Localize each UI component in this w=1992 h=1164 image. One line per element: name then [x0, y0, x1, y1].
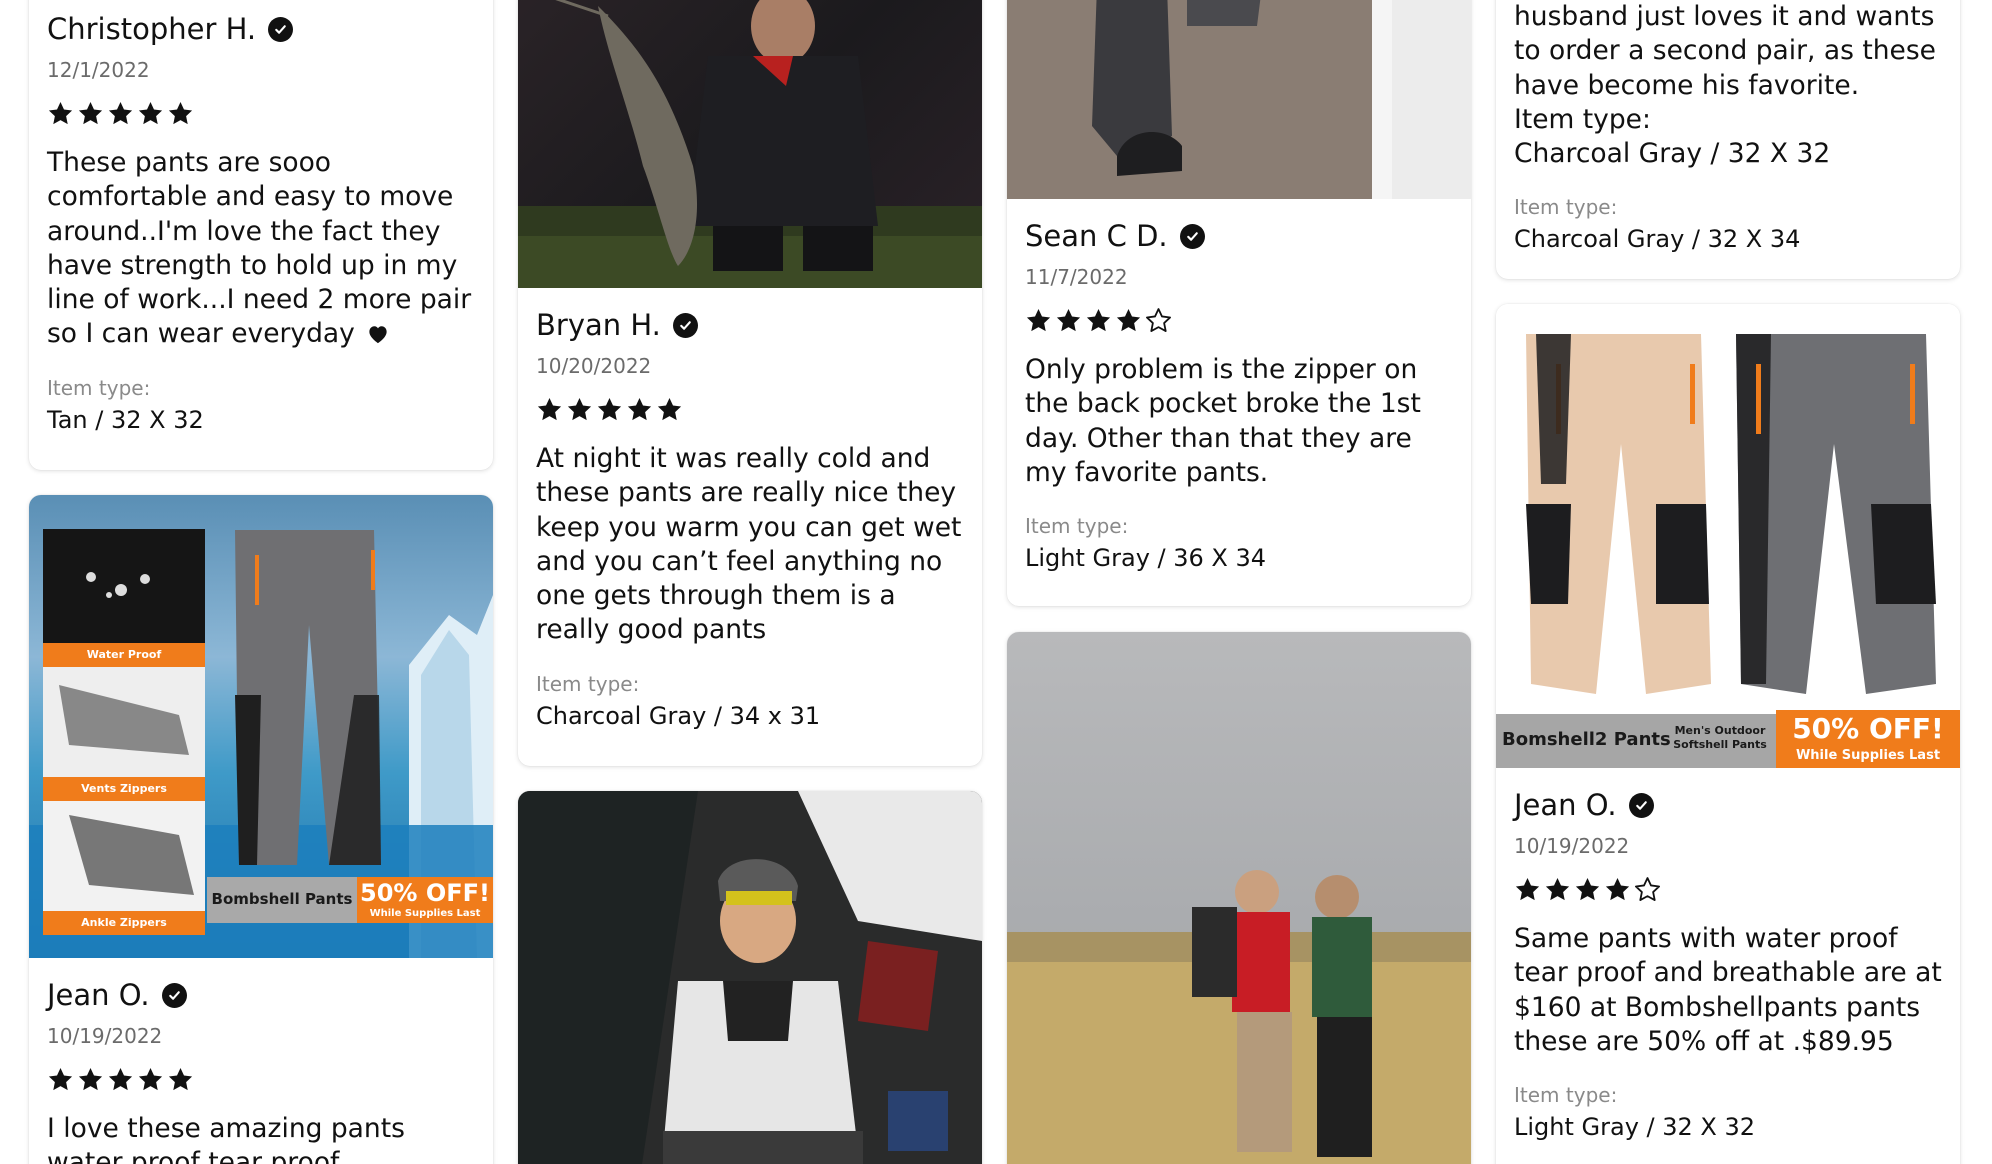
star-outline-icon [1634, 876, 1661, 903]
review-text: Same pants with water proof tear proof a… [1514, 923, 1942, 1057]
star-filled-icon [137, 1066, 164, 1093]
star-filled-icon [656, 396, 683, 423]
star-filled-icon [107, 100, 134, 127]
item-type-label: Item type: [536, 671, 640, 696]
star-filled-icon [536, 396, 563, 423]
verified-check-icon [161, 982, 187, 1008]
reviewer-name: Bryan H. [536, 308, 661, 342]
star-filled-icon [1085, 307, 1112, 334]
review-text: husband just loves it and wants to order… [1514, 1, 1936, 170]
star-filled-icon [1055, 307, 1082, 334]
heart-icon [369, 326, 387, 344]
review-card-christopher[interactable]: Christopher H. 12/1/2022 These pants are… [29, 0, 493, 470]
infographic-label-waterproof: Water Proof [86, 648, 162, 661]
review-card-jean-col1[interactable]: Water Proof Vents Zippers Ankle Zippers … [29, 495, 493, 1164]
review-card-sean[interactable]: Sean C D. 11/7/2022 Only problem is the … [1007, 0, 1471, 606]
banner-discount-sub: While Supplies Last [1795, 748, 1941, 763]
review-card-top-right[interactable]: husband just loves it and wants to order… [1496, 0, 1960, 279]
banner-discount: 50% OFF! [360, 879, 490, 907]
star-filled-icon [167, 1066, 194, 1093]
verified-check-icon [672, 312, 698, 338]
review-photo[interactable] [1007, 0, 1471, 199]
star-filled-icon [47, 1066, 74, 1093]
star-filled-icon [1574, 876, 1601, 903]
star-rating [1025, 307, 1453, 334]
banner-discount-sub: While Supplies Last [369, 908, 481, 919]
review-card-jean-col4[interactable]: Bomshell2 Pants Men's Outdoor Softshell … [1496, 304, 1960, 1164]
banner-discount: 50% OFF! [1792, 712, 1944, 745]
review-date: 10/19/2022 [47, 1024, 163, 1048]
star-filled-icon [626, 396, 653, 423]
reviewer-name: Sean C D. [1025, 219, 1168, 253]
item-type-label: Item type: [47, 375, 151, 400]
star-filled-icon [1604, 876, 1631, 903]
review-text: I love these amazing pants water proof t… [47, 1113, 405, 1164]
item-type-label: Item type: [1025, 514, 1129, 539]
review-photo[interactable] [518, 0, 982, 288]
verified-check-icon [1179, 223, 1205, 249]
star-rating [1514, 876, 1942, 903]
item-type-value: Light Gray / 36 X 34 [1025, 544, 1267, 573]
star-filled-icon [596, 396, 623, 423]
infographic-label-vents: Vents Zippers [81, 782, 167, 795]
item-type-value: Tan / 32 X 32 [47, 405, 204, 434]
banner-subtitle: Men's Outdoor Softshell Pants [1673, 724, 1767, 751]
photo-two-hikers-in-field [1007, 870, 1471, 1164]
review-card-bryan[interactable]: Bryan H. 10/20/2022 At night it was real… [518, 0, 982, 766]
item-type-label: Item type: [1514, 1083, 1618, 1108]
star-filled-icon [1544, 876, 1571, 903]
infographic-label-ankle: Ankle Zippers [81, 916, 167, 929]
photo-boots-on-carpet [1007, 0, 1471, 199]
review-date: 11/7/2022 [1025, 265, 1128, 289]
star-outline-icon [1145, 307, 1172, 334]
star-filled-icon [77, 100, 104, 127]
review-text: At night it was really cold and these pa… [536, 443, 962, 646]
review-date: 10/20/2022 [536, 354, 652, 378]
reviewer-name: Jean O. [47, 978, 150, 1012]
review-date: 10/19/2022 [1514, 834, 1630, 858]
review-card-ice-fishing[interactable] [518, 791, 982, 1164]
review-photo[interactable]: Water Proof Vents Zippers Ankle Zippers … [29, 495, 493, 958]
star-filled-icon [1115, 307, 1142, 334]
star-filled-icon [77, 1066, 104, 1093]
reviewer-name: Christopher H. [47, 12, 257, 46]
review-text: These pants are sooo comfortable and eas… [47, 147, 472, 350]
item-type-value: Light Gray / 32 X 32 [1514, 1113, 1756, 1142]
star-rating [47, 100, 475, 127]
verified-check-icon [1628, 792, 1654, 818]
item-type-label: Item type: [1514, 195, 1618, 220]
item-type-value: Charcoal Gray / 32 X 34 [1514, 225, 1801, 254]
item-type-value: Charcoal Gray / 34 x 31 [536, 701, 821, 730]
review-card-hikers[interactable] [1007, 632, 1471, 1164]
product-photo-two-pants [1496, 334, 1960, 768]
star-rating [536, 396, 964, 423]
star-filled-icon [1025, 307, 1052, 334]
photo-man-holding-catfish [518, 0, 982, 288]
banner-brand: Bombshell Pants [211, 890, 353, 908]
star-filled-icon [137, 100, 164, 127]
star-rating [47, 1066, 475, 1093]
star-filled-icon [47, 100, 74, 127]
photo-man-in-ice-tent [518, 791, 982, 1164]
star-filled-icon [566, 396, 593, 423]
reviewer-name: Jean O. [1514, 788, 1617, 822]
review-date: 12/1/2022 [47, 58, 150, 82]
review-photo[interactable] [1007, 632, 1471, 1164]
banner-brand: Bomshell2 Pants [1502, 729, 1671, 750]
review-photo[interactable] [518, 791, 982, 1164]
review-photo[interactable]: Bomshell2 Pants Men's Outdoor Softshell … [1496, 304, 1960, 768]
verified-check-icon [268, 16, 294, 42]
review-text: Only problem is the zipper on the back p… [1025, 354, 1421, 488]
star-filled-icon [1514, 876, 1541, 903]
star-filled-icon [167, 100, 194, 127]
star-filled-icon [107, 1066, 134, 1093]
